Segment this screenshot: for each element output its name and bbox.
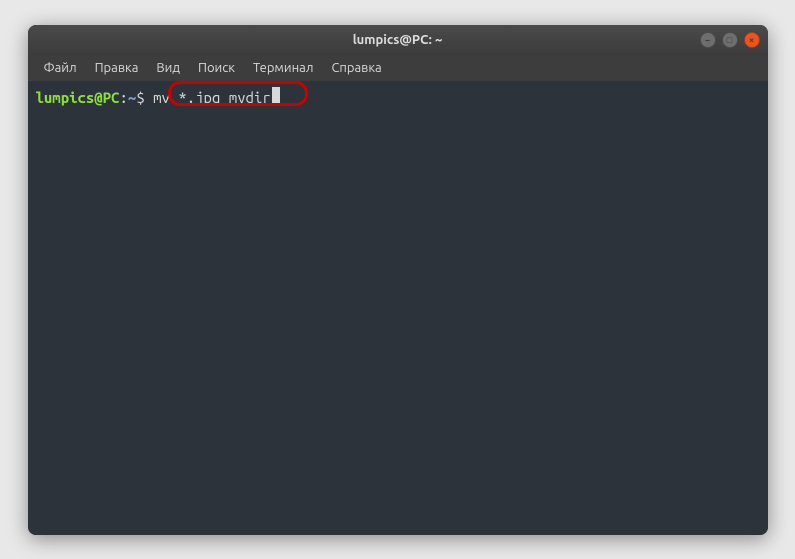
- prompt-user-host: lumpics@PC: [36, 88, 120, 108]
- menubar: Файл Правка Вид Поиск Терминал Справка: [28, 55, 768, 81]
- minimize-icon: −: [705, 35, 710, 45]
- window-titlebar[interactable]: lumpics@PC: ~ − □ ×: [28, 25, 768, 55]
- maximize-button[interactable]: □: [722, 32, 738, 48]
- prompt-dollar: $: [136, 88, 153, 108]
- terminal-window: lumpics@PC: ~ − □ × Файл Правка Вид Поис…: [28, 25, 768, 535]
- menu-help[interactable]: Справка: [323, 58, 389, 78]
- terminal-body[interactable]: lumpics@PC:~$ mv *.jpg mydir: [28, 81, 768, 535]
- close-button[interactable]: ×: [744, 32, 760, 48]
- cursor: [272, 87, 280, 103]
- close-icon: ×: [749, 35, 754, 45]
- menu-edit[interactable]: Правка: [87, 58, 147, 78]
- prompt-path: ~: [128, 88, 136, 108]
- menu-terminal[interactable]: Терминал: [245, 58, 321, 78]
- prompt-line: lumpics@PC:~$ mv *.jpg mydir: [36, 87, 760, 108]
- window-title: lumpics@PC: ~: [353, 33, 443, 47]
- menu-search[interactable]: Поиск: [190, 58, 243, 78]
- prompt-colon: :: [120, 88, 128, 108]
- minimize-button[interactable]: −: [700, 32, 716, 48]
- command-text: mv *.jpg mydir: [153, 88, 271, 108]
- maximize-icon: □: [727, 35, 732, 45]
- window-controls: − □ ×: [700, 32, 760, 48]
- menu-view[interactable]: Вид: [148, 58, 188, 78]
- menu-file[interactable]: Файл: [36, 58, 85, 78]
